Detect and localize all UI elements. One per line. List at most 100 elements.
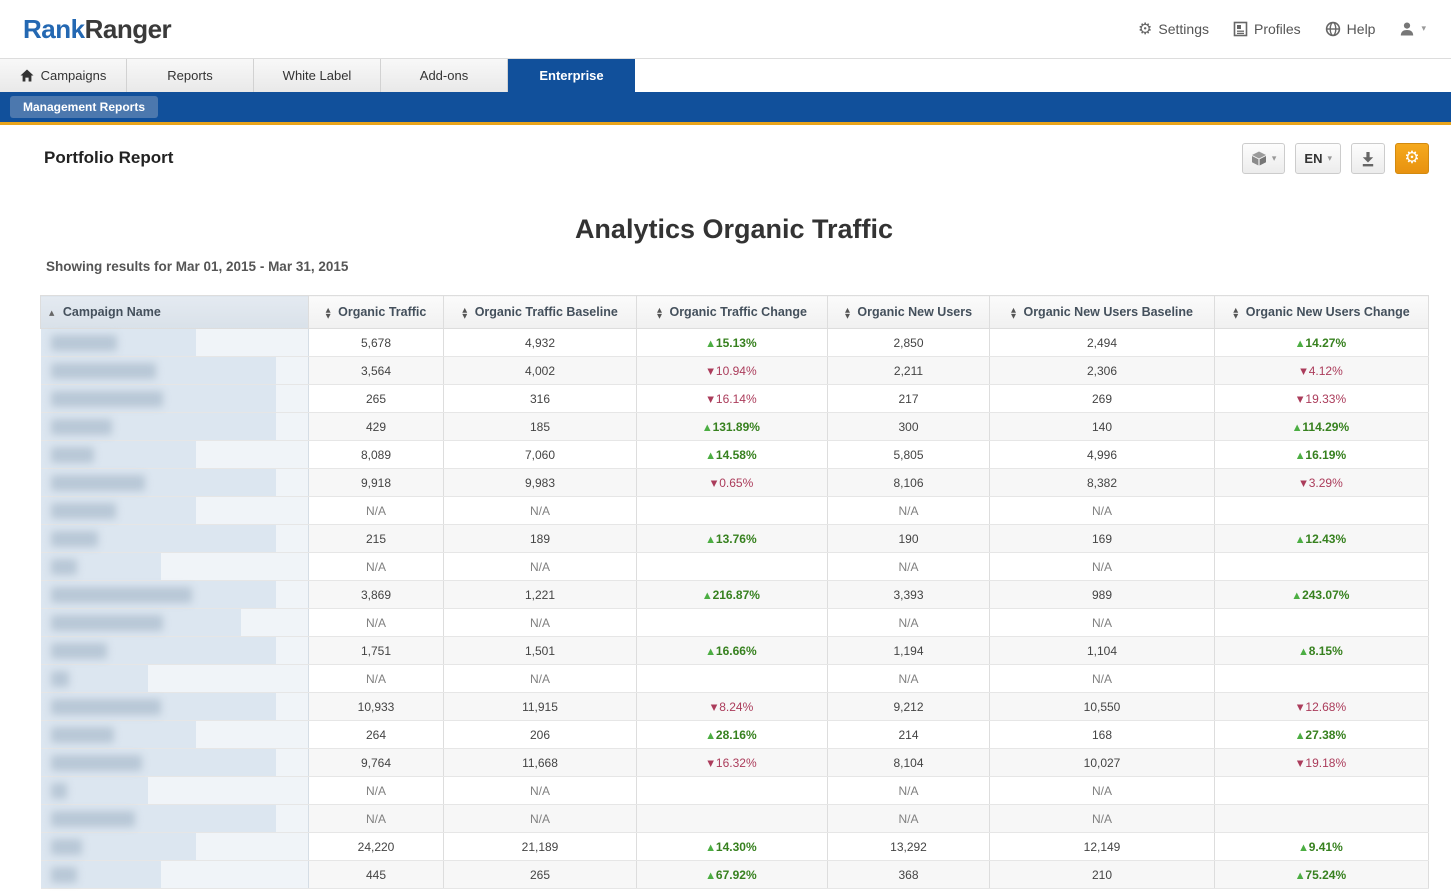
column-header-organic-traffic-baseline[interactable]: ▲▼ Organic Traffic Baseline — [444, 296, 637, 329]
column-header-organic-new-users[interactable]: ▲▼ Organic New Users — [828, 296, 990, 329]
cell-value: N/A — [309, 497, 444, 525]
cell-value: N/A — [309, 609, 444, 637]
redacted-name-blur — [51, 503, 116, 519]
cell-change-value — [637, 665, 828, 693]
cell-change-value: ▼4.12% — [1215, 357, 1429, 385]
table-row: 264206▲28.16%214168▲27.38% — [41, 721, 1429, 749]
report-title: Analytics Organic Traffic — [40, 214, 1428, 245]
cell-value: 8,089 — [309, 441, 444, 469]
tab-label: Reports — [167, 68, 213, 83]
export-type-button[interactable]: ▾ — [1242, 143, 1286, 174]
redacted-name-blur — [51, 811, 136, 827]
profiles-link[interactable]: Profiles — [1233, 21, 1301, 37]
tab-enterprise[interactable]: Enterprise — [508, 59, 635, 92]
redacted-name-blur — [51, 587, 192, 603]
sort-ascending-icon: ▲ — [49, 309, 54, 317]
account-menu[interactable]: ▾ — [1399, 21, 1426, 37]
tab-campaigns[interactable]: Campaigns — [0, 59, 127, 92]
down-triangle-icon: ▼ — [707, 759, 714, 769]
column-header-organic-traffic-change[interactable]: ▲▼ Organic Traffic Change — [637, 296, 828, 329]
redacted-name-bar — [41, 609, 242, 636]
redacted-name-bar — [41, 861, 161, 888]
change-percent: 16.19% — [1305, 448, 1346, 462]
cell-change-value: ▲8.15% — [1215, 637, 1429, 665]
change-percent: 12.68% — [1305, 700, 1346, 714]
redacted-name-bar — [41, 413, 276, 440]
cell-value: N/A — [828, 609, 990, 637]
cell-value: 5,805 — [828, 441, 990, 469]
campaign-name-cell-redacted — [41, 609, 309, 637]
management-reports-button[interactable]: Management Reports — [10, 96, 158, 118]
campaign-name-cell-redacted — [41, 441, 309, 469]
cell-value: 3,869 — [309, 581, 444, 609]
cell-change-value: ▲14.27% — [1215, 329, 1429, 357]
language-button[interactable]: EN ▾ — [1295, 143, 1341, 174]
redacted-name-bar — [41, 833, 196, 860]
cell-value: N/A — [309, 553, 444, 581]
sub-nav: Management Reports — [0, 92, 1451, 122]
table-row: 24,22021,189▲14.30%13,29212,149▲9.41% — [41, 833, 1429, 861]
rankranger-logo[interactable]: RankRanger — [23, 14, 171, 45]
redacted-name-bar — [41, 469, 276, 496]
cell-change-value: ▲14.30% — [637, 833, 828, 861]
column-header-organic-new-users-baseline[interactable]: ▲▼ Organic New Users Baseline — [990, 296, 1215, 329]
cell-value: 10,027 — [990, 749, 1215, 777]
table-row: N/AN/AN/AN/A — [41, 777, 1429, 805]
cell-change-value — [637, 777, 828, 805]
redacted-name-blur — [51, 559, 77, 575]
campaign-name-cell-redacted — [41, 805, 309, 833]
redacted-name-blur — [51, 447, 94, 463]
column-header-organic-new-users-change[interactable]: ▲▼ Organic New Users Change — [1215, 296, 1429, 329]
campaign-name-cell-redacted — [41, 693, 309, 721]
redacted-name-blur — [51, 867, 77, 883]
down-triangle-icon: ▼ — [1300, 479, 1307, 489]
cell-value: N/A — [444, 777, 637, 805]
cell-change-value: ▼19.33% — [1215, 385, 1429, 413]
down-triangle-icon: ▼ — [707, 367, 714, 377]
campaign-name-cell-redacted — [41, 525, 309, 553]
cell-value: 2,850 — [828, 329, 990, 357]
cell-change-value: ▲13.76% — [637, 525, 828, 553]
column-label: Organic New Users Change — [1246, 305, 1410, 319]
cell-change-value — [637, 805, 828, 833]
settings-link[interactable]: ⚙ Settings — [1138, 21, 1209, 37]
table-row: 215189▲13.76%190169▲12.43% — [41, 525, 1429, 553]
change-percent: 114.29% — [1302, 420, 1349, 434]
cell-value: 206 — [444, 721, 637, 749]
report-toolbar: ▾ EN ▾ ⚙ — [1242, 143, 1429, 174]
redacted-name-blur — [51, 671, 69, 687]
tab-add-ons[interactable]: Add-ons — [381, 59, 508, 92]
cell-value: 1,501 — [444, 637, 637, 665]
cell-value: 2,494 — [990, 329, 1215, 357]
cell-value: N/A — [444, 553, 637, 581]
cell-value: N/A — [828, 805, 990, 833]
cell-value: 185 — [444, 413, 637, 441]
cell-value: N/A — [990, 805, 1215, 833]
table-row: N/AN/AN/AN/A — [41, 665, 1429, 693]
cell-change-value: ▲131.89% — [637, 413, 828, 441]
cell-value: N/A — [309, 665, 444, 693]
tab-reports[interactable]: Reports — [127, 59, 254, 92]
cell-change-value: ▲28.16% — [637, 721, 828, 749]
portfolio-table-wrap: ▲ Campaign Name ▲▼ Organic Traffic ▲▼ Or… — [40, 295, 1428, 889]
report-settings-button[interactable]: ⚙ — [1395, 143, 1429, 174]
cell-value: 269 — [990, 385, 1215, 413]
redacted-name-bar — [41, 749, 276, 776]
cell-value: N/A — [444, 805, 637, 833]
change-percent: 8.24% — [719, 700, 753, 714]
download-button[interactable] — [1351, 143, 1385, 174]
column-header-campaign-name[interactable]: ▲ Campaign Name — [41, 296, 309, 329]
up-triangle-icon: ▲ — [707, 647, 714, 657]
sort-icon: ▲▼ — [845, 307, 850, 319]
cell-value: 4,002 — [444, 357, 637, 385]
column-header-organic-traffic[interactable]: ▲▼ Organic Traffic — [309, 296, 444, 329]
cell-value: 1,751 — [309, 637, 444, 665]
tab-white-label[interactable]: White Label — [254, 59, 381, 92]
cell-value: N/A — [828, 777, 990, 805]
cell-value: 1,104 — [990, 637, 1215, 665]
up-triangle-icon: ▲ — [707, 339, 714, 349]
help-link[interactable]: Help — [1325, 21, 1376, 37]
gear-icon: ⚙ — [1404, 150, 1419, 167]
cell-value: 5,678 — [309, 329, 444, 357]
table-row: N/AN/AN/AN/A — [41, 609, 1429, 637]
